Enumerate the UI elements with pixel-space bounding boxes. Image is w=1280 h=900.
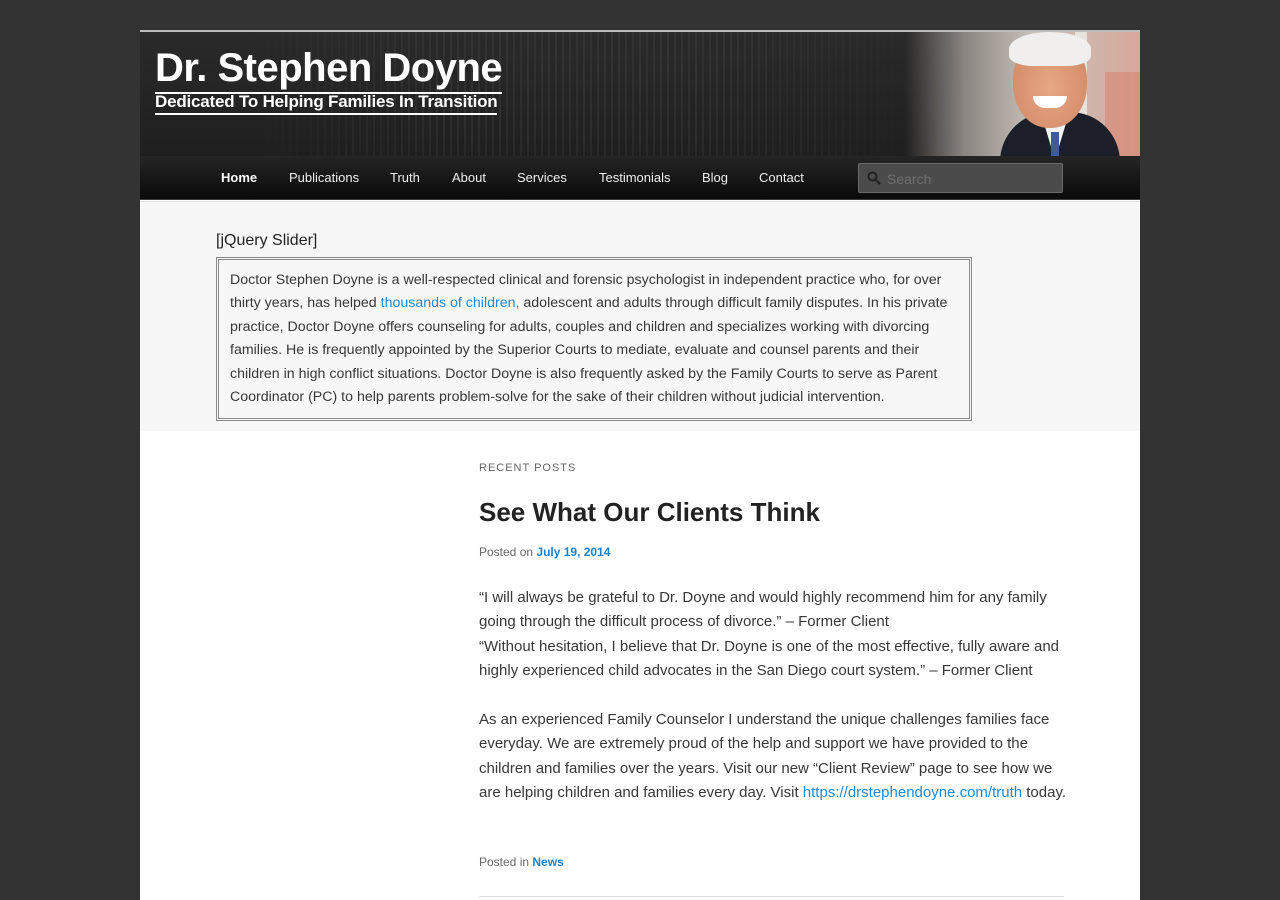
post-meta: Posted on July 19, 2014	[479, 545, 610, 559]
main-navigation: Home Publications Truth About Services T…	[140, 156, 1140, 200]
thousands-of-children-link[interactable]: thousands of children,	[381, 295, 520, 311]
intro-box: Doctor Stephen Doyne is a well-respected…	[216, 257, 972, 421]
testimonial-quote: “I will always be grateful to Dr. Doyne …	[479, 589, 1047, 631]
nav-item-publications[interactable]: Publications	[289, 156, 359, 200]
nav-item-about[interactable]: About	[452, 156, 486, 200]
recent-posts-heading: Recent Posts	[479, 462, 577, 474]
post-divider	[479, 896, 1064, 897]
site-title[interactable]: Dr. Stephen Doyne	[155, 46, 503, 94]
page: Dr. Stephen Doyne Dedicated To Helping F…	[140, 30, 1140, 900]
slider-placeholder-label: [jQuery Slider]	[216, 232, 318, 249]
truth-page-link[interactable]: https://drstephendoyne.com/truth	[803, 784, 1022, 801]
category-link[interactable]: News	[532, 855, 563, 869]
search-icon	[867, 171, 881, 185]
portrait-tie	[1051, 132, 1059, 156]
intro-section: [jQuery Slider] Doctor Stephen Doyne is …	[140, 201, 1140, 431]
posted-in-label: Posted in	[479, 855, 530, 869]
nav-item-contact[interactable]: Contact	[759, 156, 804, 200]
nav-item-services[interactable]: Services	[517, 156, 567, 200]
intro-text: Doctor Stephen Doyne is a well-respected…	[230, 269, 958, 409]
testimonial-quote: “Without hesitation, I believe that Dr. …	[479, 638, 1060, 680]
posted-on-label: Posted on	[479, 545, 534, 559]
site-header: Dr. Stephen Doyne Dedicated To Helping F…	[140, 30, 1140, 156]
nav-item-home[interactable]: Home	[221, 156, 257, 200]
site-tagline: Dedicated To Helping Families In Transit…	[155, 92, 498, 115]
intro-text-part: adolescent and adults through difficult …	[230, 295, 948, 406]
post-date-link[interactable]: July 19, 2014	[536, 545, 610, 559]
nav-item-blog[interactable]: Blog	[702, 156, 728, 200]
post-body-text: today.	[1022, 784, 1067, 802]
portrait-hair	[1009, 32, 1091, 66]
search-input[interactable]	[885, 164, 1059, 194]
post-footer: Posted in News	[479, 855, 564, 869]
post-body: As an experienced Family Counselor I und…	[479, 708, 1069, 806]
search-box	[858, 163, 1063, 194]
post-title[interactable]: See What Our Clients Think	[479, 497, 820, 528]
nav-item-truth[interactable]: Truth	[390, 156, 420, 200]
nav-item-testimonials[interactable]: Testimonials	[599, 156, 671, 200]
doctor-portrait-image	[905, 32, 1140, 156]
